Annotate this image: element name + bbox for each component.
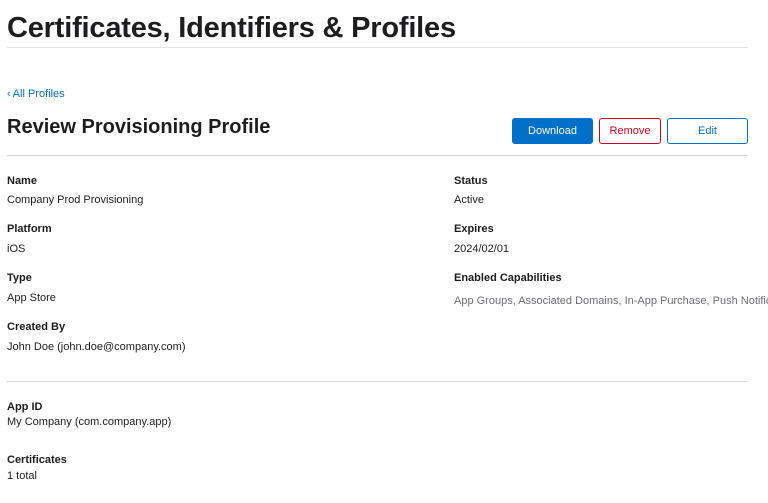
certificates-label: Certificates: [7, 454, 67, 466]
edit-button[interactable]: Edit: [667, 118, 748, 144]
status-value: Active: [454, 194, 484, 206]
expires-value: 2024/02/01: [454, 243, 510, 255]
platform-label: Platform: [7, 223, 52, 235]
expires-label: Expires: [454, 223, 494, 235]
app-id-label: App ID: [7, 401, 43, 413]
status-label: Status: [454, 175, 488, 187]
created-by-label: Created By: [7, 321, 66, 333]
all-profiles-link[interactable]: ‹ All Profiles: [7, 88, 65, 100]
details-divider: [7, 381, 748, 382]
capabilities-label: Enabled Capabilities: [454, 272, 562, 284]
section-heading: Review Provisioning Profile: [7, 116, 271, 138]
app-id-value: My Company (com.company.app): [7, 416, 172, 428]
download-button[interactable]: Download: [512, 118, 593, 144]
capabilities-value-container: App Groups, Associated Domains, In-App P…: [454, 291, 768, 309]
platform-value: iOS: [7, 243, 26, 255]
name-value: Company Prod Provisioning: [7, 194, 144, 206]
page-title: Certificates, Identifiers & Profiles: [7, 12, 456, 44]
capabilities-value: App Groups, Associated Domains, In-App P…: [454, 295, 768, 307]
type-label: Type: [7, 272, 32, 284]
chevron-left-icon: ‹: [7, 88, 11, 100]
name-label: Name: [7, 175, 37, 187]
header-divider: [7, 155, 748, 156]
title-divider: [7, 47, 748, 48]
certificates-value: 1 total: [7, 470, 37, 482]
remove-button[interactable]: Remove: [599, 118, 661, 144]
page: Certificates, Identifiers & Profiles ‹ Al…: [0, 0, 768, 503]
type-value: App Store: [7, 292, 56, 304]
created-by-value: John Doe (john.doe@company.com): [7, 341, 186, 353]
all-profiles-label: All Profiles: [12, 88, 65, 100]
